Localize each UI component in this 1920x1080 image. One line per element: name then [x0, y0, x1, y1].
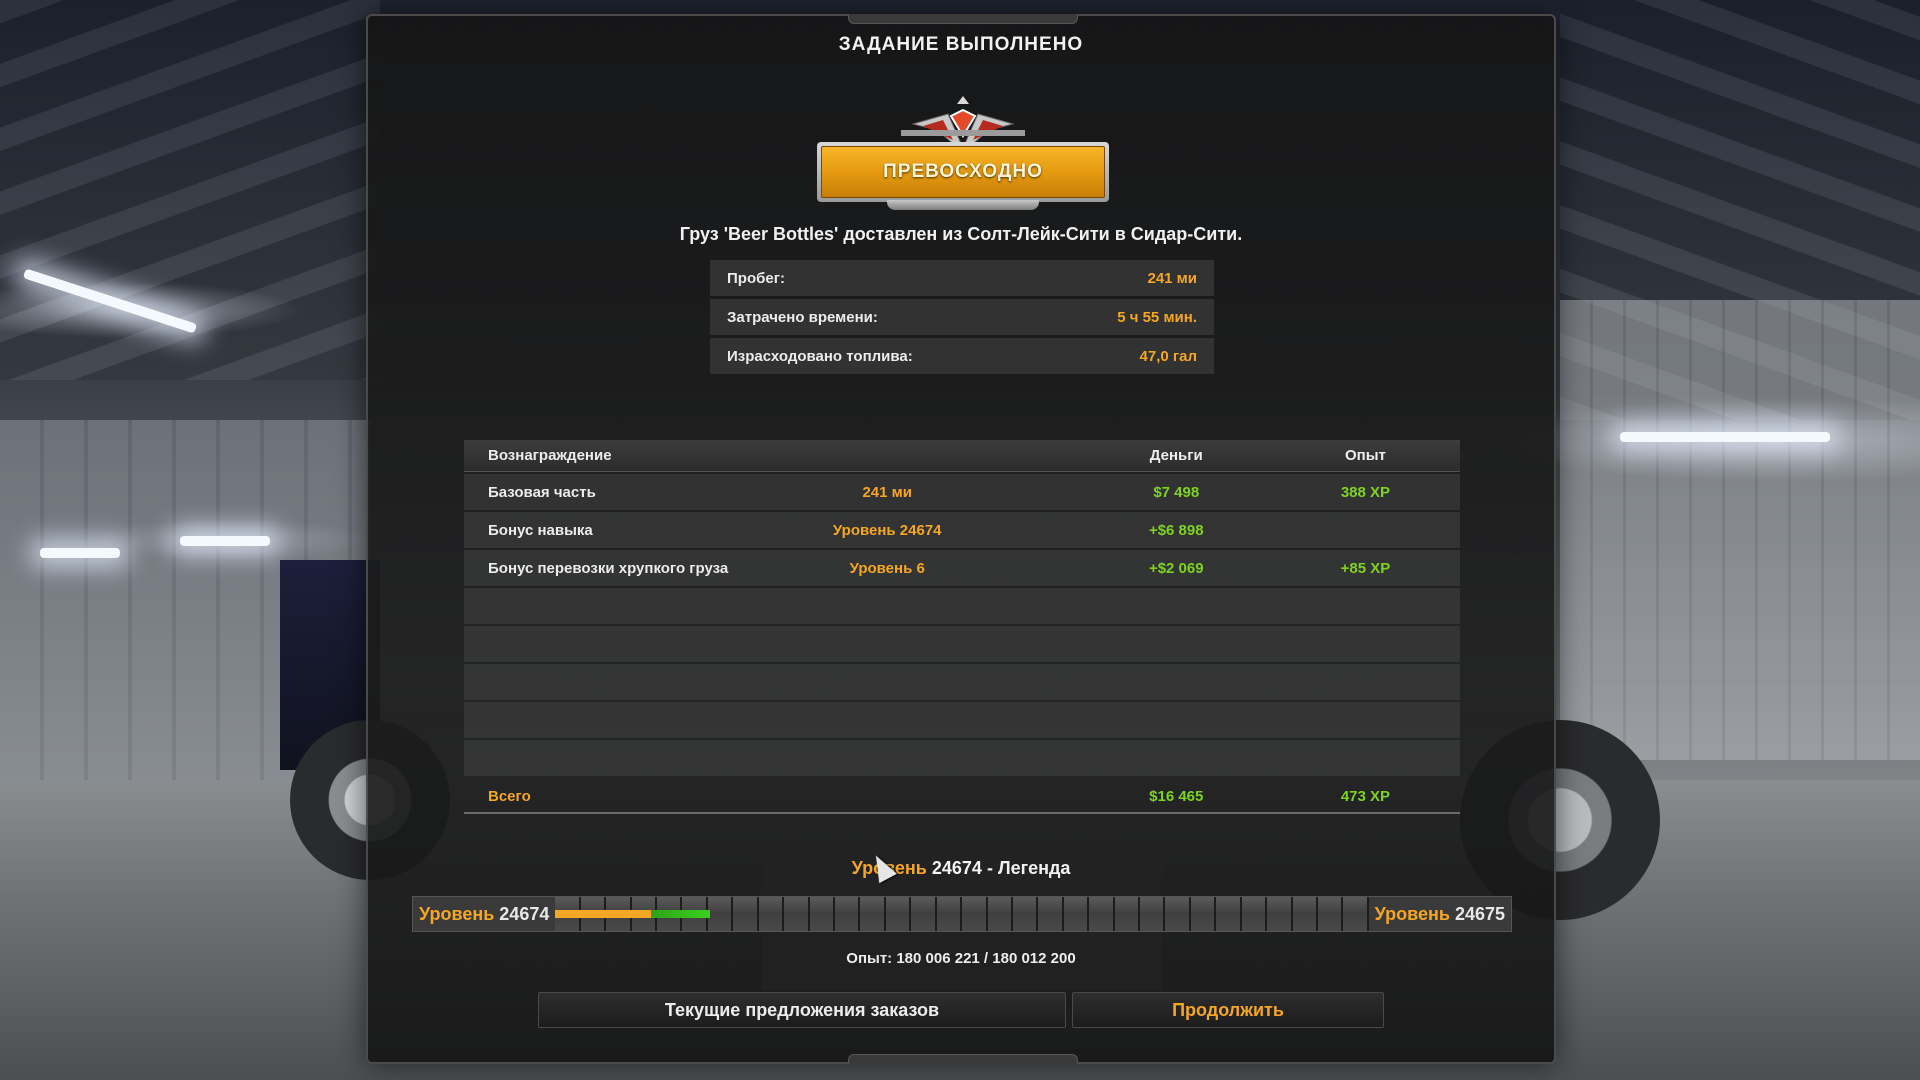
- current-level-number: 24674: [499, 903, 550, 924]
- rating-label: ПРЕВОСХОДНО: [883, 161, 1043, 182]
- garage-wall-right: [1560, 300, 1920, 760]
- total-label: Всего: [488, 787, 531, 805]
- level-segments: [555, 897, 1369, 931]
- current-offers-button[interactable]: Текущие предложения заказов: [538, 992, 1066, 1028]
- level-segment: [1343, 897, 1369, 931]
- level-title-rest: 24674 - Легенда: [931, 858, 1071, 878]
- continue-button[interactable]: Продолжить: [1072, 992, 1384, 1028]
- stat-time: Затрачено времени: 5 ч 55 мин.: [710, 299, 1214, 335]
- stat-value: 241 ми: [1147, 269, 1197, 287]
- dialog-title: ЗАДАНИЕ ВЫПОЛНЕНО: [838, 34, 1084, 55]
- reward-detail: 241 ми: [862, 483, 912, 501]
- reward-xp: 388 XP: [1340, 483, 1391, 501]
- reward-money: $7 498: [1153, 483, 1200, 501]
- dialog-bottom-tab: [848, 1054, 1078, 1064]
- rating-badge: ПРЕВОСХОДНО: [817, 84, 1109, 212]
- reward-money: +$2 069: [1148, 559, 1204, 577]
- current-level-prefix: Уровень: [419, 903, 495, 924]
- stat-value: 47,0 гал: [1139, 347, 1197, 365]
- trip-stats: Пробег: 241 ми Затрачено времени: 5 ч 55…: [710, 260, 1214, 377]
- header-money: Деньги: [1149, 447, 1203, 464]
- level-segment: [987, 897, 1013, 931]
- total-xp: 473 XP: [1340, 787, 1391, 805]
- rewards-total-row: Всего $16 465 473 XP: [464, 780, 1460, 814]
- level-segment: [1190, 897, 1217, 931]
- level-segment: [1012, 897, 1039, 931]
- level-progress-bar: Уровень 24674 Уровень 24675: [412, 896, 1512, 932]
- level-segment: [733, 897, 759, 931]
- rewards-table: Вознаграждение Деньги Опыт Базовая часть…: [464, 440, 1460, 814]
- level-segment: [1038, 897, 1064, 931]
- empty-row: [464, 626, 1460, 662]
- empty-row: [464, 664, 1460, 700]
- reward-detail: Уровень 24674: [832, 521, 942, 539]
- ceiling-lamp: [1620, 432, 1830, 442]
- empty-row: [464, 740, 1460, 776]
- level-segment: [835, 897, 861, 931]
- level-segment: [1114, 897, 1141, 931]
- level-segment: [1063, 897, 1090, 931]
- current-level-cap: Уровень 24674: [413, 897, 556, 931]
- table-row: Бонус навыка Уровень 24674 +$6 898: [464, 512, 1460, 548]
- level-segment: [936, 897, 963, 931]
- level-segment: [1165, 897, 1191, 931]
- level-segment: [962, 897, 988, 931]
- level-segment: [784, 897, 810, 931]
- level-segment: [885, 897, 912, 931]
- level-segment: [758, 897, 785, 931]
- table-row: Базовая часть 241 ми $7 498 388 XP: [464, 474, 1460, 510]
- level-segment: [1292, 897, 1319, 931]
- ceiling-lamp: [180, 536, 270, 546]
- reward-name: Базовая часть: [488, 483, 596, 501]
- job-completed-dialog: ЗАДАНИЕ ВЫПОЛНЕНО ПРЕВОСХОДНО Груз 'Beer…: [366, 14, 1556, 1064]
- delivery-message: Груз 'Beer Bottles' доставлен из Солт-Ле…: [679, 224, 1243, 244]
- dialog-top-tab: [848, 14, 1078, 24]
- reward-detail: Уровень 6: [849, 559, 925, 577]
- next-level-number: 24675: [1454, 903, 1505, 924]
- level-segment: [707, 897, 734, 931]
- rating-plate: ПРЕВОСХОДНО: [817, 142, 1109, 202]
- reward-name: Бонус навыка: [488, 521, 593, 539]
- next-level-prefix: Уровень: [1374, 903, 1450, 924]
- table-row: Бонус перевозки хрупкого груза Уровень 6…: [464, 550, 1460, 586]
- next-level-cap: Уровень 24675: [1368, 897, 1511, 931]
- header-reward: Вознаграждение: [488, 447, 612, 464]
- reward-name: Бонус перевозки хрупкого груза: [488, 559, 729, 577]
- stat-label: Затрачено времени:: [727, 308, 878, 326]
- ceiling-lamp: [40, 548, 120, 558]
- stat-value: 5 ч 55 мин.: [1117, 308, 1197, 326]
- level-segment: [1318, 897, 1344, 931]
- reward-money: +$6 898: [1148, 521, 1204, 539]
- rewards-header: Вознаграждение Деньги Опыт: [464, 440, 1460, 472]
- level-segment: [1267, 897, 1293, 931]
- header-xp: Опыт: [1344, 447, 1386, 464]
- stat-distance: Пробег: 241 ми: [710, 260, 1214, 296]
- level-segment: [1140, 897, 1166, 931]
- level-segment: [911, 897, 937, 931]
- stat-label: Израсходовано топлива:: [727, 347, 913, 365]
- level-segment: [1216, 897, 1242, 931]
- level-segment: [809, 897, 835, 931]
- level-title: Уровень 24674 - Легенда: [368, 858, 1554, 879]
- xp-total: Опыт: 180 006 221 / 180 012 200: [846, 950, 1076, 967]
- reward-xp: +85 XP: [1340, 559, 1391, 577]
- empty-row: [464, 588, 1460, 624]
- stat-fuel: Израсходовано топлива: 47,0 гал: [710, 338, 1214, 374]
- rating-plate-foot: [887, 200, 1039, 210]
- level-progress-fill: [555, 910, 710, 918]
- total-money: $16 465: [1149, 787, 1204, 805]
- stat-label: Пробег:: [727, 269, 785, 287]
- empty-row: [464, 702, 1460, 738]
- level-segment: [1241, 897, 1268, 931]
- level-segment: [860, 897, 886, 931]
- level-segment: [1089, 897, 1115, 931]
